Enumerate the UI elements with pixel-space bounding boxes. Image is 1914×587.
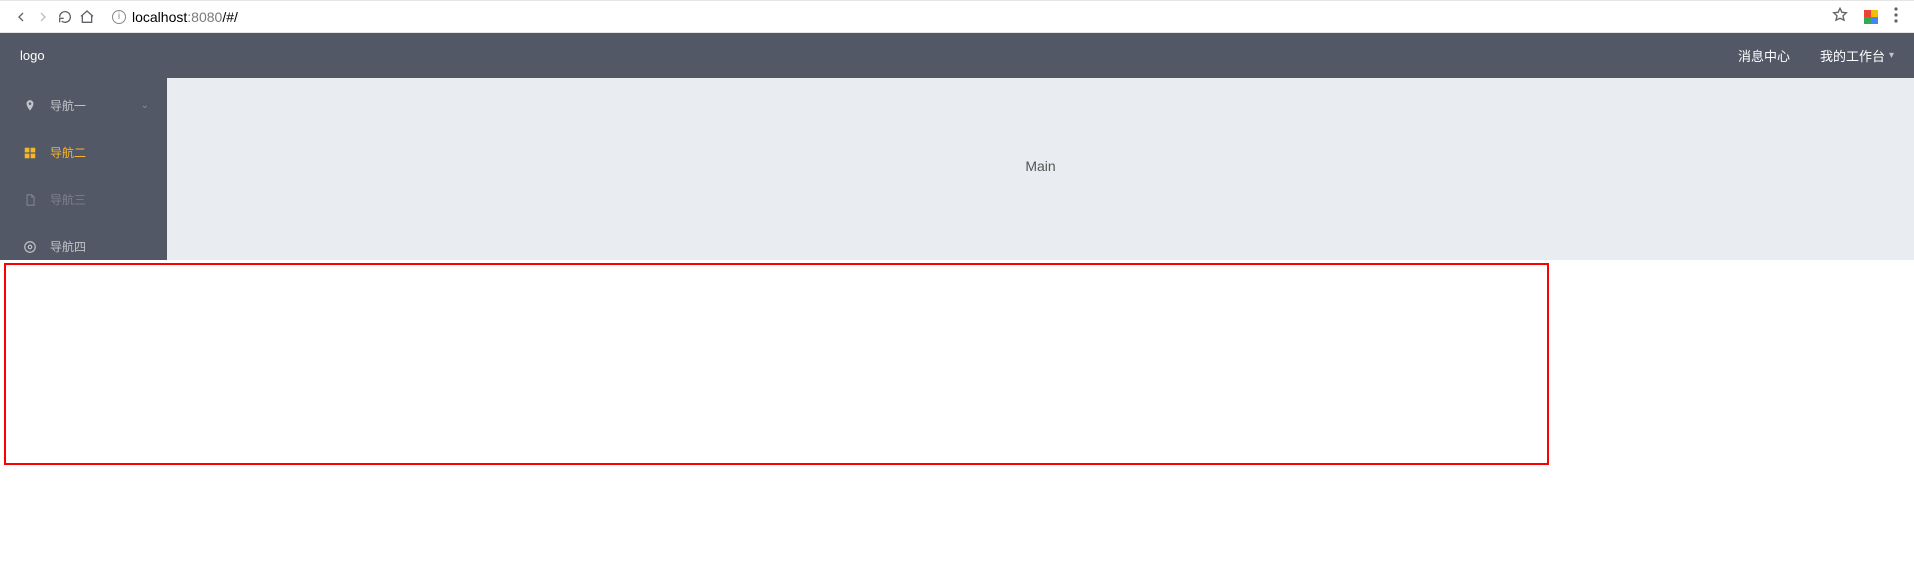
main-panel: Main (167, 78, 1914, 260)
reload-button[interactable] (54, 6, 76, 28)
header-link-workspace[interactable]: 我的工作台 ▾ (1820, 46, 1894, 65)
sidebar-item-label: 导航二 (50, 144, 86, 161)
url-path: /#/ (222, 9, 238, 25)
address-bar[interactable]: i localhost:8080/#/ (106, 6, 1826, 28)
sidebar: 导航一 ⌄ 导航二 导航三 导航四 (0, 78, 167, 260)
sidebar-item-nav2[interactable]: 导航二 (0, 129, 167, 176)
extension-icon[interactable] (1864, 10, 1878, 24)
url-port: :8080 (187, 9, 222, 25)
header-link-label: 消息中心 (1738, 46, 1790, 65)
url-host: localhost (132, 9, 187, 25)
browser-menu-icon[interactable] (1894, 7, 1898, 26)
site-info-icon[interactable]: i (112, 10, 126, 24)
main-content-text: Main (1025, 158, 1055, 174)
sidebar-item-nav1[interactable]: 导航一 ⌄ (0, 82, 167, 129)
sidebar-item-nav3[interactable]: 导航三 (0, 176, 167, 223)
sidebar-item-label: 导航一 (50, 97, 86, 114)
chevron-down-icon: ⌄ (141, 100, 149, 111)
grid-icon (22, 145, 38, 161)
annotation-rect (4, 263, 1549, 465)
settings-icon (22, 239, 38, 255)
sidebar-item-nav4[interactable]: 导航四 (0, 223, 167, 270)
forward-button[interactable] (32, 6, 54, 28)
logo[interactable]: logo (20, 48, 45, 63)
app-header: logo 消息中心 我的工作台 ▾ (0, 33, 1914, 78)
header-link-messages[interactable]: 消息中心 (1738, 46, 1790, 65)
sidebar-item-label: 导航四 (50, 238, 86, 255)
browser-toolbar: i localhost:8080/#/ (0, 0, 1914, 33)
chevron-down-icon: ▾ (1889, 50, 1894, 61)
home-button[interactable] (76, 6, 98, 28)
back-button[interactable] (10, 6, 32, 28)
bookmark-star-icon[interactable] (1832, 7, 1848, 26)
document-icon (22, 192, 38, 208)
header-link-label: 我的工作台 (1820, 46, 1885, 65)
sidebar-item-label: 导航三 (50, 191, 86, 208)
location-icon (22, 98, 38, 114)
